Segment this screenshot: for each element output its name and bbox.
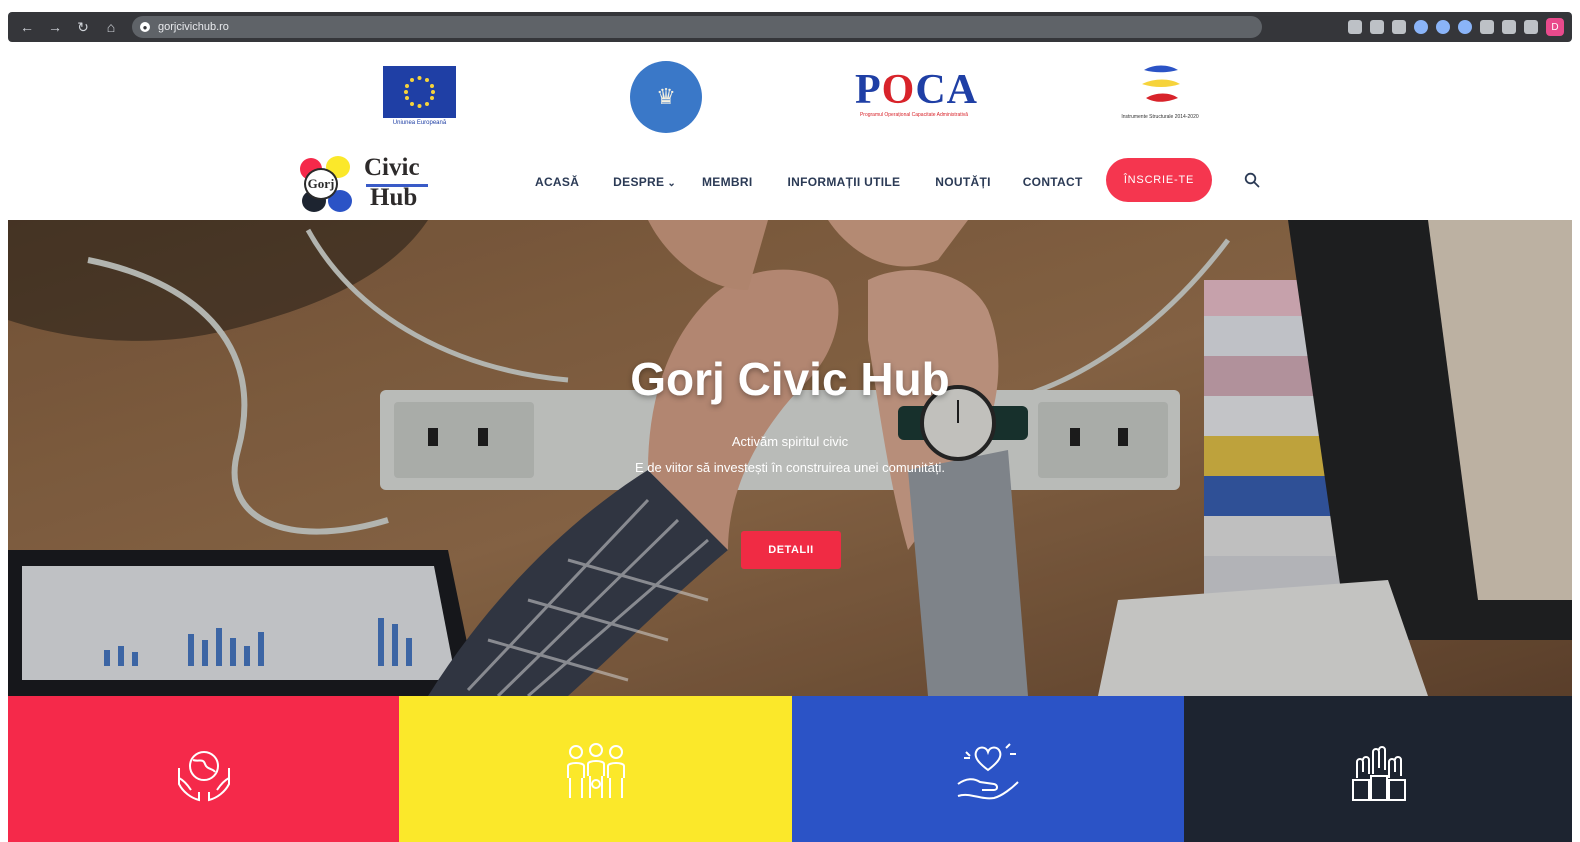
poca-caption: Programul Operațional Capacitate Adminis… [859,112,969,118]
hero-title: Gorj Civic Hub [630,353,950,405]
eu-caption: Uniunea Europeană [392,120,447,126]
eu-flag-icon [383,66,456,118]
puzzle-icon[interactable] [1480,20,1494,34]
address-bar[interactable]: ● gorjcivichub.ro [132,16,1262,38]
logo-gorj-text: Gorj [304,168,338,200]
nav-item-acasa[interactable]: ACASĂ [535,175,579,189]
feature-tile-4[interactable] [1184,696,1572,842]
browser-frame: ← → ↻ ⌂ ● gorjcivichub.ro D [8,12,1572,42]
home-icon[interactable]: ⌂ [100,16,122,38]
eu-logo: Uniunea Europeană [383,66,456,128]
search-icon[interactable] [1244,172,1260,188]
nav-item-membri[interactable]: MEMBRI [702,175,752,189]
hero-subtitle-line1: Activăm spiritul civic [731,434,849,449]
nav-menu: ACASĂ DESPRE ⌄ MEMBRI INFORMAȚII UTILE NO… [535,172,1083,192]
bookmark-star-icon[interactable] [1392,20,1406,34]
main-navigation: Gorj Civic Hub ACASĂ DESPRE ⌄ MEMBRI INFO… [0,148,1580,218]
poca-wordmark: POCA [855,67,978,113]
nav-item-despre-label: DESPRE [613,175,665,189]
lock-icon: ● [140,22,150,32]
google-lens-icon[interactable] [1348,20,1362,34]
extension-icon[interactable] [1458,20,1472,34]
poca-logo: POCA Programul Operațional Capacitate Ad… [855,67,978,128]
heart-hand-icon [957,743,1019,800]
extension-icon[interactable] [1436,20,1450,34]
is-caption: Instrumente Structurale 2014-2020 [1121,114,1199,120]
forward-icon[interactable]: → [44,16,66,38]
signup-button[interactable]: ÎNSCRIE-TE [1106,158,1212,202]
reload-icon[interactable]: ↻ [72,16,94,38]
extension-icon[interactable] [1414,20,1428,34]
hero-background-image [8,220,1572,696]
back-icon[interactable]: ← [16,16,38,38]
nav-item-noutati[interactable]: NOUTĂȚI [935,175,990,189]
extensions-area: D [1348,18,1564,36]
sidepanel-icon[interactable] [1524,20,1538,34]
coat-of-arms-icon: ♛ [656,84,676,109]
sponsor-logos: Uniunea Europeană ♛ POCA Programul Opera… [0,52,1580,142]
details-button[interactable]: DETALII [741,531,841,569]
feature-tile-1[interactable] [8,696,399,842]
profile-avatar[interactable]: D [1546,18,1564,36]
nav-item-contact[interactable]: CONTACT [1023,175,1083,189]
raised-hands-icon [1352,746,1406,801]
chevron-down-icon: ⌄ [667,178,677,189]
logo-hub-text: Hub [370,184,418,211]
logo-civic-text: Civic [364,154,420,181]
structural-instruments-logo: Instrumente Structurale 2014-2020 [1120,62,1200,138]
hero-banner: Gorj Civic Hub Activăm spiritul civic E … [8,220,1572,696]
structural-instruments-icon [1142,65,1180,102]
url-text: gorjcivichub.ro [158,21,229,33]
share-icon[interactable] [1370,20,1384,34]
hero-subtitle-line2: E de viitor să investești în construirea… [635,460,945,475]
nav-item-informatii-utile[interactable]: INFORMAȚII UTILE [787,175,900,189]
site-logo[interactable]: Gorj Civic Hub [300,154,432,214]
feature-tile-2[interactable] [399,696,792,842]
people-group-icon [566,743,625,798]
feature-tiles [8,696,1572,842]
romanian-government-logo: ♛ [630,61,702,133]
globe-hands-icon [177,751,230,802]
nav-item-despre[interactable]: DESPRE ⌄ [613,175,676,189]
feature-tile-3[interactable] [792,696,1184,842]
browser-toolbar: ← → ↻ ⌂ ● gorjcivichub.ro D [0,0,1580,46]
download-icon[interactable] [1502,20,1516,34]
